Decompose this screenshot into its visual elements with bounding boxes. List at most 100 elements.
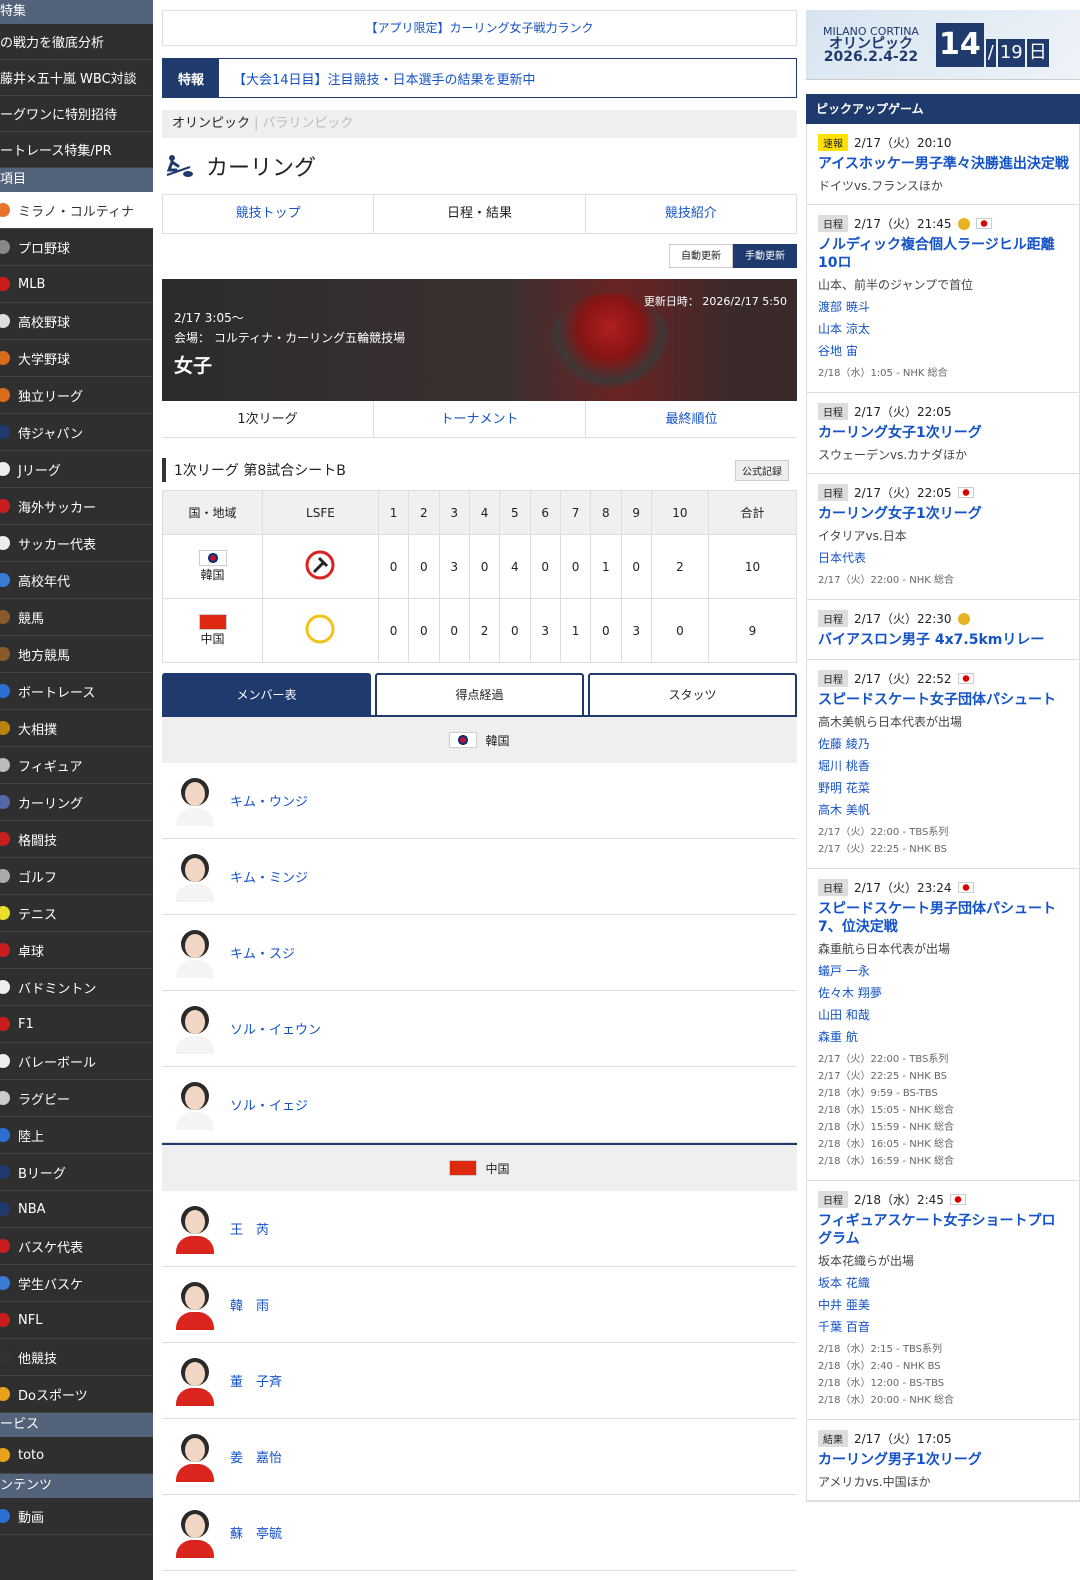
sidebar-feature-link[interactable]: ーグワンに特別招待 xyxy=(0,96,153,132)
sidebar-item[interactable]: 海外サッカー xyxy=(0,488,153,525)
pickup-game[interactable]: 日程 2/17（火）22:52 スピードスケート女子団体パシュート 高木美帆ら日本代表… xyxy=(807,660,1079,869)
sidebar-item[interactable]: プロ野球 xyxy=(0,229,153,266)
sidebar-item[interactable]: 他競技 xyxy=(0,1339,153,1376)
sidebar-feature-link[interactable]: 藤井×五十嵐 WBC対談 xyxy=(0,60,153,96)
sidebar-item[interactable]: バドミントン xyxy=(0,969,153,1006)
game-title-link[interactable]: アイスホッケー男子準々決勝進出決定戦 xyxy=(818,155,1069,173)
subnav-schedule[interactable]: 日程・結果 xyxy=(374,195,586,233)
tab-score-progress[interactable]: 得点経過 xyxy=(375,673,584,715)
player-name-link[interactable]: 蘇 亭毓 xyxy=(230,1523,282,1542)
member-row[interactable]: 韓 雨 xyxy=(162,1267,797,1343)
sidebar-item[interactable]: 大学野球 xyxy=(0,340,153,377)
player-link[interactable]: 千葉 百音 xyxy=(818,1319,1069,1335)
sidebar-item[interactable]: 独立リーグ xyxy=(0,377,153,414)
member-row[interactable]: キム・スジ xyxy=(162,915,797,991)
tab-stats[interactable]: スタッツ xyxy=(588,673,797,715)
sidebar-item[interactable]: Doスポーツ xyxy=(0,1376,153,1413)
game-title-link[interactable]: カーリング女子1次リーグ xyxy=(818,424,1069,442)
player-link[interactable]: 渡部 暁斗 xyxy=(818,299,1069,315)
sidebar-item[interactable]: 大相撲 xyxy=(0,710,153,747)
pickup-game[interactable]: 速報 2/17（火）20:10 アイスホッケー男子準々決勝進出決定戦 ドイツvs.フラ… xyxy=(807,124,1079,205)
member-row[interactable]: キム・ミンジ xyxy=(162,839,797,915)
pickup-game[interactable]: 日程 2/17（火）23:24 スピードスケート男子団体パシュート7、位決定戦 森重航… xyxy=(807,869,1079,1181)
game-title-link[interactable]: フィギュアスケート女子ショートプログラム xyxy=(818,1212,1069,1248)
player-name-link[interactable]: ソル・イェジ xyxy=(230,1095,308,1114)
player-link[interactable]: 谷地 宙 xyxy=(818,343,1069,359)
player-link[interactable]: 坂本 花織 xyxy=(818,1275,1069,1291)
sidebar-item[interactable]: ボートレース xyxy=(0,673,153,710)
sidebar-item[interactable]: Jリーグ xyxy=(0,451,153,488)
sidebar-item[interactable]: フィギュア xyxy=(0,747,153,784)
player-name-link[interactable]: キム・スジ xyxy=(230,943,295,962)
player-link[interactable]: 佐藤 綾乃 xyxy=(818,736,1069,752)
sidebar-item[interactable]: ラグビー xyxy=(0,1080,153,1117)
sidebar-item[interactable]: 格闘技 xyxy=(0,821,153,858)
member-row[interactable]: 蘇 亭毓 xyxy=(162,1495,797,1571)
member-row[interactable]: キム・ウンジ xyxy=(162,763,797,839)
member-row[interactable]: 董 子斉 xyxy=(162,1343,797,1419)
player-link[interactable]: 山本 涼太 xyxy=(818,321,1069,337)
member-row[interactable]: ソル・イェウン xyxy=(162,991,797,1067)
sidebar-item[interactable]: 高校野球 xyxy=(0,303,153,340)
member-row[interactable]: 姜 嘉怡 xyxy=(162,1419,797,1495)
player-link[interactable]: 野明 花菜 xyxy=(818,780,1069,796)
player-link[interactable]: 佐々木 翔夢 xyxy=(818,985,1069,1001)
pickup-game[interactable]: 日程 2/18（水）2:45 フィギュアスケート女子ショートプログラム 坂本花織らが出… xyxy=(807,1181,1079,1420)
sidebar-item[interactable]: F1 xyxy=(0,1006,153,1043)
manual-update-button[interactable]: 手動更新 xyxy=(733,244,797,268)
sidebar-item[interactable]: Bリーグ xyxy=(0,1154,153,1191)
game-title-link[interactable]: スピードスケート女子団体パシュート xyxy=(818,691,1069,709)
player-name-link[interactable]: キム・ミンジ xyxy=(230,867,308,886)
sidebar-item[interactable]: 地方競馬 xyxy=(0,636,153,673)
sidebar-item[interactable]: テニス xyxy=(0,895,153,932)
player-link[interactable]: 蟻戸 一永 xyxy=(818,963,1069,979)
pickup-game[interactable]: 日程 2/17（火）22:30 バイアスロン男子 4x7.5kmリレー xyxy=(807,600,1079,660)
breaking-link[interactable]: 【大会14日目】注目競技・日本選手の結果を更新中 xyxy=(219,69,536,88)
sidebar-item[interactable]: カーリング xyxy=(0,784,153,821)
game-title-link[interactable]: ノルディック複合個人ラージヒル距離10ロ xyxy=(818,236,1069,272)
game-title-link[interactable]: カーリング男子1次リーグ xyxy=(818,1451,1069,1469)
tab-round-robin[interactable]: 1次リーグ xyxy=(162,401,374,437)
pickup-game[interactable]: 日程 2/17（火）22:05 カーリング女子1次リーグ スウェーデンvs.カナダほか xyxy=(807,393,1079,474)
sidebar-item[interactable]: ゴルフ xyxy=(0,858,153,895)
tab-tournament[interactable]: トーナメント xyxy=(374,401,586,437)
player-link[interactable]: 日本代表 xyxy=(818,550,1069,566)
promo-link[interactable]: 【アプリ限定】カーリング女子戦力ランク xyxy=(365,21,593,35)
player-name-link[interactable]: ソル・イェウン xyxy=(230,1019,321,1038)
official-record-badge[interactable]: 公式記録 xyxy=(735,459,789,481)
member-row[interactable]: 王 芮 xyxy=(162,1191,797,1267)
player-link[interactable]: 森重 航 xyxy=(818,1029,1069,1045)
sidebar-item[interactable]: ミラノ・コルティナ xyxy=(0,192,153,229)
game-title-link[interactable]: カーリング女子1次リーグ xyxy=(818,505,1069,523)
sidebar-item[interactable]: NBA xyxy=(0,1191,153,1228)
pickup-game[interactable]: 日程 2/17（火）22:05 カーリング女子1次リーグ イタリアvs.日本 日本代表 2… xyxy=(807,474,1079,600)
olympics-countdown[interactable]: MILANO CORTINA オリンピック 2026.2.4-22 14 / 1… xyxy=(806,10,1080,80)
player-name-link[interactable]: 姜 嘉怡 xyxy=(230,1447,282,1466)
sidebar-item[interactable]: 陸上 xyxy=(0,1117,153,1154)
sidebar-item[interactable]: MLB xyxy=(0,266,153,303)
sidebar-item[interactable]: 高校年代 xyxy=(0,562,153,599)
sidebar-item-video[interactable]: 動画 xyxy=(0,1498,153,1535)
player-link[interactable]: 山田 和哉 xyxy=(818,1007,1069,1023)
paralympic-tab[interactable]: パラリンピック xyxy=(262,116,353,131)
game-title-link[interactable]: スピードスケート男子団体パシュート7、位決定戦 xyxy=(818,900,1069,936)
breaking-news-bar[interactable]: 特報 【大会14日目】注目競技・日本選手の結果を更新中 xyxy=(162,58,797,98)
sidebar-feature-link[interactable]: の戦力を徹底分析 xyxy=(0,24,153,60)
player-name-link[interactable]: キム・ウンジ xyxy=(230,791,308,810)
sidebar-item[interactable]: 学生バスケ xyxy=(0,1265,153,1302)
game-title-link[interactable]: バイアスロン男子 4x7.5kmリレー xyxy=(818,631,1069,649)
olympic-tab[interactable]: オリンピック xyxy=(172,116,250,131)
sidebar-item[interactable]: 侍ジャパン xyxy=(0,414,153,451)
sidebar-item[interactable]: サッカー代表 xyxy=(0,525,153,562)
sidebar-item[interactable]: バスケ代表 xyxy=(0,1228,153,1265)
sidebar-feature-link[interactable]: ートレース特集/PR xyxy=(0,132,153,168)
sidebar-item[interactable]: 卓球 xyxy=(0,932,153,969)
sidebar-item[interactable]: バレーボール xyxy=(0,1043,153,1080)
pickup-game[interactable]: 日程 2/17（火）21:45 ノルディック複合個人ラージヒル距離10ロ 山本、前半の… xyxy=(807,205,1079,393)
member-row[interactable]: ソル・イェジ xyxy=(162,1067,797,1143)
team-name[interactable]: 韓国 xyxy=(200,568,224,582)
pickup-game[interactable]: 結果 2/17（火）17:05 カーリング男子1次リーグ アメリカvs.中国ほか xyxy=(807,1420,1079,1501)
player-name-link[interactable]: 董 子斉 xyxy=(230,1371,282,1390)
player-link[interactable]: 中井 亜美 xyxy=(818,1297,1069,1313)
tab-final-standings[interactable]: 最終順位 xyxy=(586,401,797,437)
